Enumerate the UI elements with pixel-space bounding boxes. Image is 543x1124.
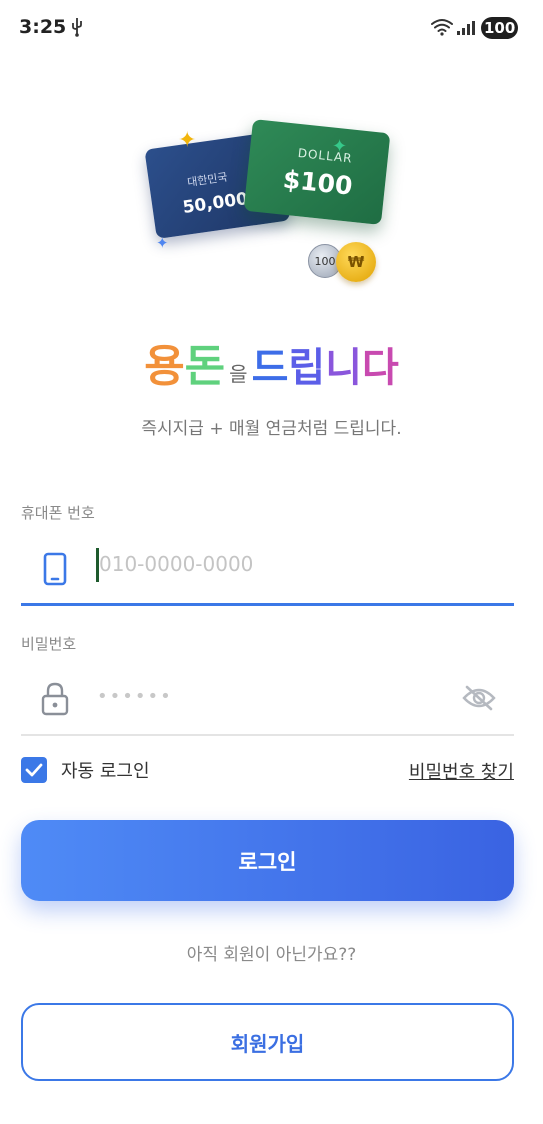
phone-field[interactable] bbox=[21, 536, 514, 606]
login-button[interactable]: 로그인 bbox=[21, 820, 514, 901]
phone-input[interactable] bbox=[99, 544, 479, 584]
headline-particle: 을 bbox=[229, 362, 248, 386]
lock-icon bbox=[41, 682, 69, 720]
password-label: 비밀번호 bbox=[21, 635, 77, 653]
status-time: 3:25 bbox=[19, 16, 67, 38]
auto-login-checkbox[interactable] bbox=[21, 757, 47, 783]
password-field[interactable] bbox=[21, 668, 514, 736]
sparkle-icon: ✦ bbox=[156, 234, 169, 252]
subtitle: 즉시지급 + 매월 연금처럼 드립니다. bbox=[141, 419, 402, 439]
gold-coin: ₩ bbox=[336, 242, 376, 282]
password-input[interactable] bbox=[97, 676, 437, 716]
signal-icon bbox=[456, 20, 476, 40]
check-icon bbox=[25, 763, 43, 777]
headline-char: 립 bbox=[288, 345, 326, 391]
usd-card: DOLLAR $100 bbox=[243, 119, 391, 225]
headline-char: 다 bbox=[362, 345, 399, 391]
signup-button[interactable]: 회원가입 bbox=[21, 1003, 514, 1081]
headline-char: 니 bbox=[325, 345, 362, 391]
sparkle-icon: ✦ bbox=[178, 128, 197, 153]
sparkle-icon: ✦ bbox=[332, 136, 348, 157]
wifi-icon bbox=[431, 18, 453, 40]
battery-indicator: 100 bbox=[481, 17, 519, 39]
usb-icon bbox=[70, 17, 84, 41]
find-password-link[interactable]: 비밀번호 찾기 bbox=[409, 758, 514, 784]
phone-label: 휴대폰 번호 bbox=[21, 504, 95, 522]
usd-card-amount: $100 bbox=[281, 164, 354, 201]
phone-icon bbox=[43, 552, 67, 590]
headline-char: 돈 bbox=[184, 341, 226, 392]
headline-char: 드 bbox=[251, 345, 289, 391]
status-bar: 3:25 100 bbox=[0, 0, 543, 58]
not-member-text: 아직 회원이 아닌가요?? bbox=[186, 945, 357, 965]
headline-char: 용 bbox=[144, 341, 185, 392]
hero-illustration: 대한민국 50,000원 DOLLAR $100 100 ₩ ✦ ✦ ✦ bbox=[140, 118, 400, 298]
auto-login-toggle[interactable]: 자동 로그인 bbox=[21, 756, 150, 784]
headline: 용돈 을 드립니다 bbox=[0, 330, 543, 394]
auto-login-label: 자동 로그인 bbox=[61, 761, 150, 782]
eye-off-icon[interactable] bbox=[462, 684, 496, 716]
